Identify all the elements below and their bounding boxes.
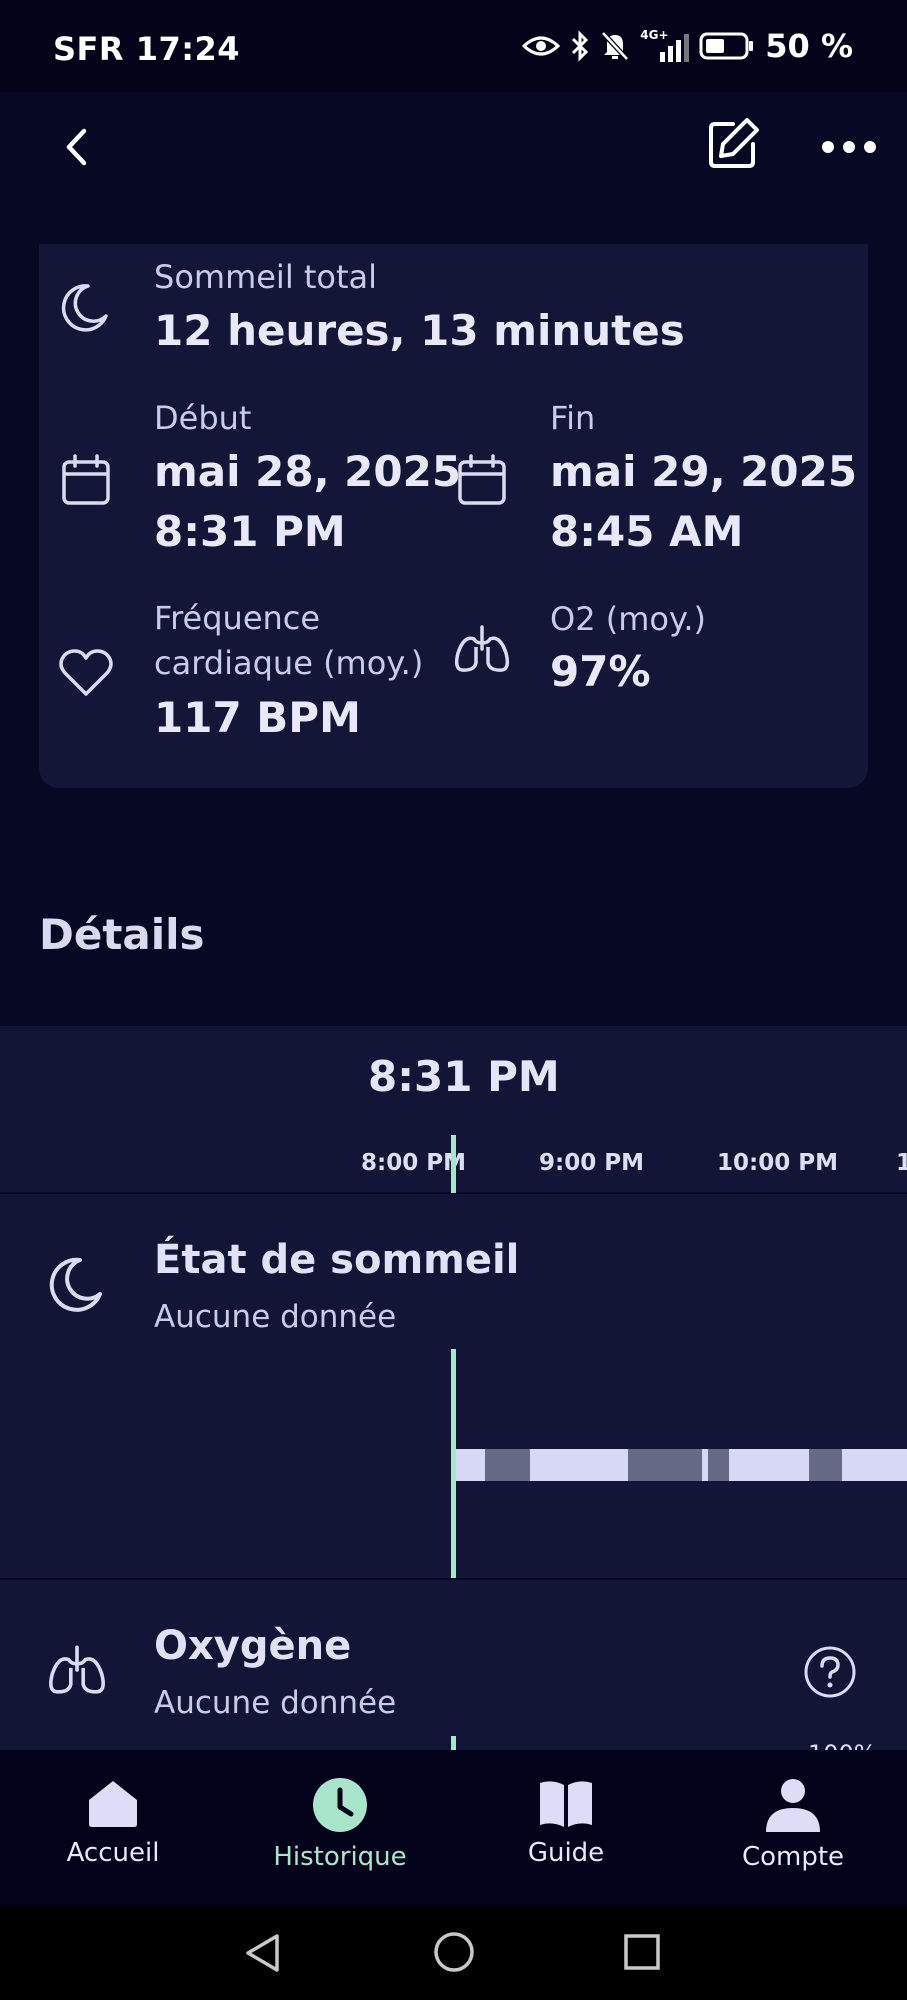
eye-icon [522,34,561,58]
status-bar: SFR 17:24 4G+ 50 % [0,0,907,92]
tick-label: 1 [896,1150,907,1176]
total-sleep-label: Sommeil total [154,258,378,296]
end-date: mai 29, 2025 [550,447,858,496]
nav-item-compte[interactable]: Compte [703,1778,883,1872]
android-navigation-bar [0,1905,907,2000]
sleep-state-title: État de sommeil [154,1237,520,1283]
oxygen-axis-value: 100% [808,1740,907,1750]
start-time: 8:31 PM [154,507,346,556]
heart-rate-label-1: Fréquence [154,599,321,637]
nav-label: Accueil [66,1838,160,1868]
time-cursor-oxygen [451,1736,456,1750]
sleep-segment [485,1449,530,1481]
nav-home-icon[interactable] [432,1930,476,1974]
time-cursor-sleep [451,1349,456,1578]
nav-label: Compte [741,1842,845,1872]
nav-label: Historique [273,1842,407,1872]
home-icon [85,1778,141,1828]
oxygen-title: Oxygène [154,1623,352,1669]
lungs-icon [452,625,512,673]
nav-item-historique[interactable]: Historique [250,1778,430,1872]
oxygen-lungs-icon [46,1645,108,1695]
nav-back-icon[interactable] [241,1931,285,1975]
nav-label: Guide [527,1838,605,1868]
bluetooth-icon [570,30,590,62]
divider [0,1578,907,1580]
account-icon [764,1778,822,1832]
end-time: 8:45 AM [550,507,744,556]
tick-label: 10:00 PM [717,1150,838,1176]
oxygen-axis-value-clip: 100% [808,1738,907,1750]
battery-percent: 50 % [765,27,853,65]
status-icons: 4G+ 50 % [522,26,853,66]
book-icon [537,1778,595,1828]
nav-item-accueil[interactable]: Accueil [23,1778,203,1868]
signal-icon: 4G+ [640,28,690,62]
o2-label: O2 (moy.) [550,600,706,638]
network-label: 4G+ [640,28,669,42]
oxygen-subtitle: Aucune donnée [154,1685,397,1721]
sleep-segment [628,1449,702,1481]
sleep-state-moon-icon [46,1254,106,1314]
time-cursor-axis[interactable] [451,1135,456,1193]
sleep-segment [455,1449,485,1481]
total-sleep-value: 12 heures, 13 minutes [154,306,685,355]
help-icon[interactable] [803,1645,857,1699]
sleep-segment [809,1449,842,1481]
start-calendar-icon [61,454,111,506]
more-dots-icon[interactable] [818,122,882,172]
sleep-segment [842,1449,907,1481]
sleep-state-subtitle: Aucune donnée [154,1299,397,1335]
current-time-header: 8:31 PM [368,1052,560,1101]
status-carrier-time: SFR 17:24 [53,30,241,68]
nav-recents-icon[interactable] [622,1932,662,1972]
history-clock-icon [311,1778,369,1832]
top-app-bar [0,92,907,244]
end-calendar-icon [457,454,507,506]
nav-item-guide[interactable]: Guide [476,1778,656,1868]
back-chevron-icon[interactable] [52,122,102,172]
sleep-segment [530,1449,628,1481]
start-date: mai 28, 2025 [154,447,462,496]
heart-rate-value: 117 BPM [154,693,361,742]
battery-icon [699,31,755,61]
end-label: Fin [550,399,596,437]
heart-rate-label-2: cardiaque (moy.) [154,644,424,682]
sleep-segment [729,1449,809,1481]
start-label: Début [154,399,252,437]
o2-value: 97% [550,647,651,696]
sleep-segment [708,1449,729,1481]
details-title: Détails [39,910,205,959]
moon-icon [58,280,112,334]
edit-icon[interactable] [703,114,763,174]
heart-icon [58,648,114,698]
bell-off-icon [600,30,630,62]
tick-label: 9:00 PM [539,1150,644,1176]
